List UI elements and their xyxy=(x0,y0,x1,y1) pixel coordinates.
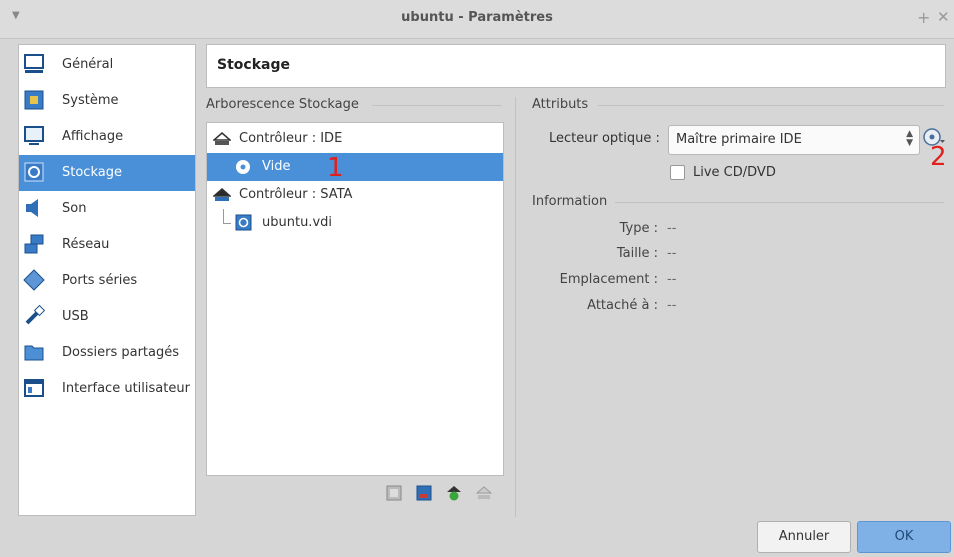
info-type-label: Type : xyxy=(619,221,658,236)
tree-item-label: Contrôleur : SATA xyxy=(239,187,353,202)
sidebar-item-usb[interactable]: USB xyxy=(19,299,195,335)
ok-button[interactable]: OK xyxy=(857,521,951,553)
sidebar-item-sound[interactable]: Son xyxy=(19,191,195,227)
sidebar-item-storage[interactable]: Stockage xyxy=(19,155,195,191)
usb-icon xyxy=(25,305,45,325)
chip-icon xyxy=(24,90,44,110)
remove-attachment-icon[interactable] xyxy=(476,485,492,501)
info-type-value: -- xyxy=(667,221,677,236)
sidebar-item-shared-folders[interactable]: Dossiers partagés xyxy=(19,335,195,371)
sidebar-item-label: Ports séries xyxy=(62,273,138,288)
tree-item-label: Contrôleur : IDE xyxy=(239,131,343,146)
optical-drive-value: Maître primaire IDE xyxy=(676,132,802,147)
optical-disc-icon xyxy=(236,160,250,174)
info-location-value: -- xyxy=(667,272,677,287)
sidebar-item-network[interactable]: Réseau xyxy=(19,227,195,263)
sidebar-item-label: Stockage xyxy=(62,165,122,180)
sidebar-item-label: Dossiers partagés xyxy=(62,345,180,360)
title-bar: ▼ ubuntu - Paramètres + ✕ xyxy=(0,0,954,39)
storage-tree-group-label: Arborescence Stockage xyxy=(206,97,359,112)
sidebar-item-label: Affichage xyxy=(62,129,124,144)
info-size-label: Taille : xyxy=(616,246,658,261)
annotation-marker-1: 1 xyxy=(327,153,344,183)
sidebar-item-label: Réseau xyxy=(62,237,110,252)
divider xyxy=(615,202,944,203)
information-group-label: Information xyxy=(532,194,608,209)
window-title: ubuntu - Paramètres xyxy=(401,10,553,25)
maximize-icon[interactable]: + xyxy=(917,8,930,27)
page-header: Stockage xyxy=(206,44,946,88)
folder-icon xyxy=(24,345,44,361)
storage-icon xyxy=(24,162,44,182)
add-attachment-icon[interactable] xyxy=(446,485,462,501)
info-attached-label: Attaché à : xyxy=(587,298,658,313)
sidebar-item-user-interface[interactable]: Interface utilisateur xyxy=(19,371,195,407)
controller-icon xyxy=(213,132,231,145)
attributes-group-label: Attributs xyxy=(532,97,589,112)
optical-drive-select[interactable]: Maître primaire IDE ▲ ▼ xyxy=(668,125,920,155)
optical-drive-label: Lecteur optique : xyxy=(549,131,660,146)
tree-item-label: ubuntu.vdi xyxy=(262,215,332,230)
sidebar-item-label: Son xyxy=(62,201,87,216)
hard-disk-icon xyxy=(235,214,252,231)
info-size-value: -- xyxy=(667,246,677,261)
tree-item-ide-controller[interactable]: Contrôleur : IDE xyxy=(207,125,503,153)
ui-window-icon xyxy=(24,379,44,397)
add-controller-icon[interactable] xyxy=(386,485,402,501)
sidebar-item-system[interactable]: Système xyxy=(19,83,195,119)
network-icon xyxy=(24,234,44,254)
sidebar-item-display[interactable]: Affichage xyxy=(19,119,195,155)
annotation-marker-2: 2 xyxy=(930,142,947,172)
close-icon[interactable]: ✕ xyxy=(937,8,950,26)
live-cd-checkbox[interactable] xyxy=(670,165,685,180)
speaker-icon xyxy=(26,199,38,217)
tree-item-sata-controller[interactable]: Contrôleur : SATA xyxy=(207,181,503,209)
live-cd-label[interactable]: Live CD/DVD xyxy=(693,165,776,180)
info-location-label: Emplacement : xyxy=(559,272,658,287)
serial-port-icon xyxy=(23,269,45,291)
tree-item-empty-drive[interactable]: Vide 1 xyxy=(207,153,503,181)
page-title: Stockage xyxy=(217,57,290,73)
sidebar-item-general[interactable]: Général xyxy=(19,47,195,83)
info-attached-value: -- xyxy=(667,298,677,313)
spinner-arrows-icon: ▲ ▼ xyxy=(906,129,913,148)
sidebar-item-label: Système xyxy=(62,93,119,108)
divider xyxy=(372,105,502,106)
divider xyxy=(598,105,944,106)
tree-item-label: Vide xyxy=(262,159,291,174)
sidebar-item-label: Général xyxy=(62,57,114,72)
remove-controller-icon[interactable] xyxy=(416,485,432,501)
monitor-icon xyxy=(24,54,44,73)
settings-sidebar: Général Système Affichage Stockage Son R… xyxy=(18,44,196,516)
display-icon xyxy=(24,126,44,145)
controller-icon xyxy=(213,188,231,201)
sidebar-item-serial-ports[interactable]: Ports séries xyxy=(19,263,195,299)
sidebar-item-label: USB xyxy=(62,309,89,324)
cancel-button[interactable]: Annuler xyxy=(757,521,851,553)
sidebar-item-label: Interface utilisateur xyxy=(62,381,190,396)
